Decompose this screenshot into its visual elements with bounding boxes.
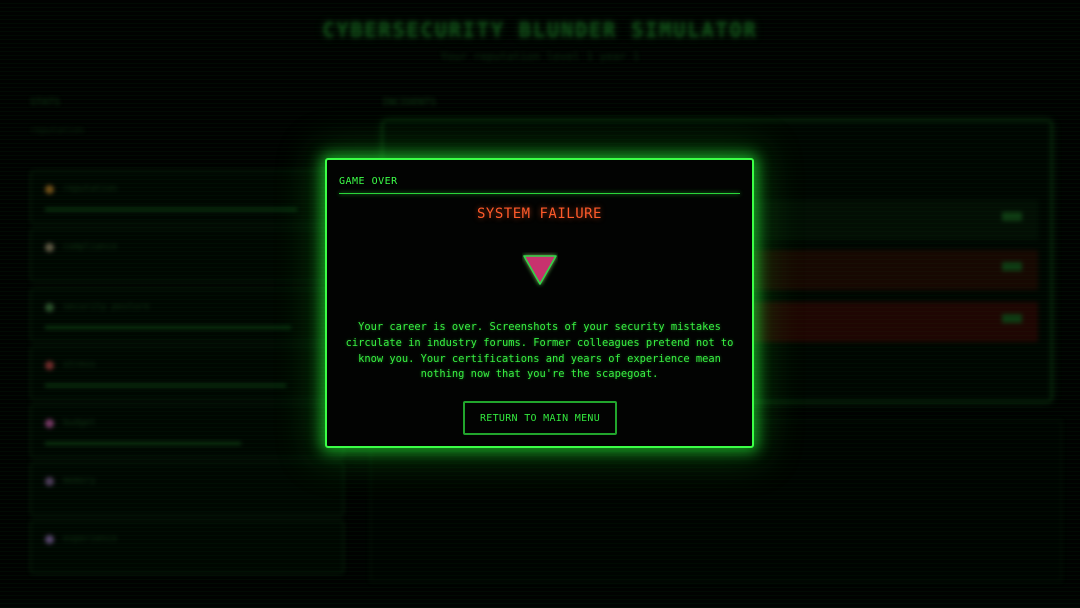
stat-label: stress xyxy=(63,360,96,370)
return-to-main-menu-button[interactable]: RETURN TO MAIN MENU xyxy=(463,401,617,435)
stat-label: security posture xyxy=(63,302,150,312)
game-subtitle: Your reputation level 1 year 1 xyxy=(440,50,640,63)
stats-subheading: reputation xyxy=(30,126,85,136)
game-screen: CYBERSECURITY BLUNDER SIMULATOR Your rep… xyxy=(0,0,1080,608)
stat-card: stress xyxy=(30,346,344,400)
stat-dot-icon xyxy=(45,303,54,312)
dialog-header: GAME OVER xyxy=(339,176,398,187)
header-divider xyxy=(339,193,740,194)
stat-card: security posture xyxy=(30,288,344,342)
stat-bar xyxy=(45,442,241,445)
stat-card: memory xyxy=(30,462,344,516)
stats-heading: STATS xyxy=(30,97,61,108)
stat-card: reputation xyxy=(30,170,344,224)
game-title: CYBERSECURITY BLUNDER SIMULATOR xyxy=(322,18,758,42)
game-over-dialog: GAME OVER SYSTEM FAILURE Your career is … xyxy=(325,158,754,448)
stat-label: memory xyxy=(63,476,96,486)
stat-dot-icon xyxy=(45,243,54,252)
stat-dot-icon xyxy=(45,361,54,370)
dialog-message: Your career is over. Screenshots of your… xyxy=(345,321,734,381)
failure-triangle-icon xyxy=(523,255,557,285)
stat-card: experience xyxy=(30,520,344,574)
stat-dot-icon xyxy=(45,477,54,486)
stat-card: budget xyxy=(30,404,344,458)
stat-bar xyxy=(45,208,297,211)
stat-card: compliance xyxy=(30,228,344,282)
dialog-title: SYSTEM FAILURE xyxy=(476,206,602,222)
stat-label: reputation xyxy=(63,184,118,194)
stat-label: experience xyxy=(63,534,118,544)
stat-dot-icon xyxy=(45,185,54,194)
stat-bar xyxy=(45,326,291,329)
stat-label: budget xyxy=(63,418,96,428)
stat-dot-icon xyxy=(45,535,54,544)
stat-label: compliance xyxy=(63,242,118,252)
stat-dot-icon xyxy=(45,419,54,428)
incidents-heading: INCIDENTS xyxy=(382,97,437,108)
stat-bar xyxy=(45,384,286,387)
